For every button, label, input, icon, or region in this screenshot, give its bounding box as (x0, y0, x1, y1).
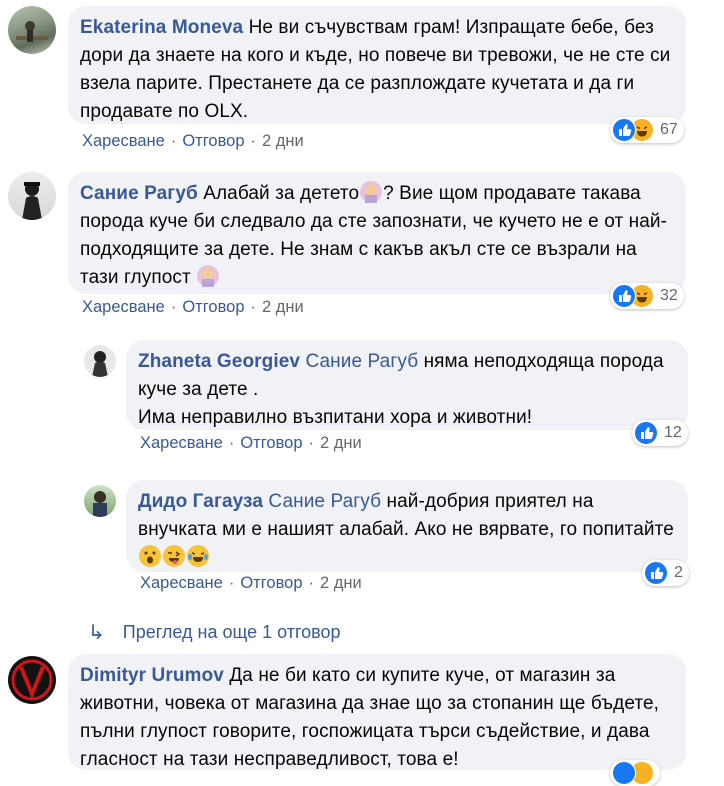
reply-link[interactable]: Отговор (240, 434, 302, 452)
timestamp[interactable]: 2 дни (320, 434, 362, 452)
comment-actions: Харесване · Отговор · 2 дни (82, 132, 304, 150)
view-more-replies-link[interactable]: ↳ Преглед на още 1 отговор (88, 620, 341, 645)
avatar[interactable] (8, 656, 56, 704)
reaction-count: 12 (664, 424, 682, 441)
comment-author[interactable]: Zhaneta Georgiev (138, 351, 300, 372)
vendetta-logo-icon (11, 659, 53, 701)
comment-author[interactable]: Сание Рагуб (80, 183, 198, 204)
like-link[interactable]: Харесване (140, 574, 223, 592)
comment-bubble: Сание Рагуб Алабай за детето? Вие щом пр… (68, 172, 686, 294)
reply-link[interactable]: Отговор (240, 574, 302, 592)
comment-author[interactable]: Дидо Гагауза (138, 491, 263, 512)
timestamp[interactable]: 2 дни (320, 574, 362, 592)
facepalm-emoji-icon (196, 265, 219, 287)
reaction-summary[interactable]: 67 (610, 117, 684, 143)
reply-bubble: Дидо Гагауза Сание Рагуб най-добрия прия… (126, 480, 688, 572)
like-reaction-icon (612, 284, 636, 308)
comment-actions: Харесване · Отговор · 2 дни (140, 434, 362, 452)
wink-tongue-emoji-icon (163, 545, 185, 567)
reaction-summary[interactable]: 12 (632, 420, 688, 446)
comment-actions: Харесване · Отговор · 2 дни (140, 574, 362, 592)
timestamp[interactable]: 2 дни (262, 132, 304, 150)
comment-author[interactable]: Dimityr Urumov (80, 665, 224, 686)
like-reaction-icon (612, 761, 636, 785)
reply-bubble: Zhaneta Georgiev Сание Рагуб няма неподх… (126, 340, 688, 430)
reaction-summary[interactable]: 32 (610, 283, 684, 309)
facepalm-emoji-icon (360, 181, 383, 203)
reply-arrow-icon: ↳ (88, 622, 105, 644)
avatar[interactable] (84, 485, 116, 517)
avatar[interactable] (8, 6, 56, 54)
tears-of-joy-emoji-icon (187, 545, 209, 567)
avatar-photo (16, 21, 48, 42)
comment-actions: Харесване · Отговор · 2 дни (82, 298, 304, 316)
view-more-replies-label: Преглед на още 1 отговор (122, 622, 341, 642)
like-reaction-icon (644, 561, 668, 585)
like-link[interactable]: Харесване (140, 434, 223, 452)
avatar[interactable] (84, 345, 116, 377)
reply-link[interactable]: Отговор (182, 298, 244, 316)
avatar-photo (92, 351, 108, 377)
mention-link[interactable]: Сание Рагуб (268, 491, 381, 512)
like-reaction-icon (634, 421, 658, 445)
comment-text: Алабай за детето (203, 183, 360, 204)
shocked-emoji-icon (139, 545, 161, 567)
comment-bubble: Dimityr Urumov Да не би като си купите к… (68, 654, 686, 770)
like-reaction-icon (612, 118, 636, 142)
like-link[interactable]: Харесване (82, 298, 165, 316)
timestamp[interactable]: 2 дни (262, 298, 304, 316)
reaction-summary[interactable] (610, 760, 660, 786)
reaction-summary[interactable]: 2 (642, 560, 689, 586)
avatar-photo (93, 491, 107, 517)
comment-bubble: Ekaterina Moneva Не ви съчувствам грам! … (68, 6, 686, 124)
reaction-count: 32 (660, 287, 678, 304)
avatar[interactable] (8, 172, 56, 220)
avatar-photo (22, 182, 42, 220)
comment-author[interactable]: Ekaterina Moneva (80, 17, 243, 38)
like-link[interactable]: Харесване (82, 132, 165, 150)
mention-link[interactable]: Сание Рагуб (305, 351, 418, 372)
reaction-count: 67 (660, 121, 678, 138)
reply-link[interactable]: Отговор (182, 132, 244, 150)
reaction-count: 2 (674, 564, 683, 581)
